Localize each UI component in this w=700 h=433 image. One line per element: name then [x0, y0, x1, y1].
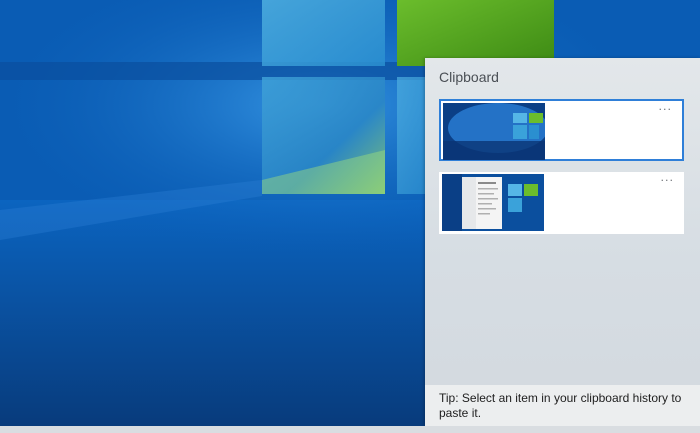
clipboard-item[interactable]: ···: [439, 172, 684, 234]
clipboard-item[interactable]: ···: [439, 99, 684, 161]
desktop: Clipboard ··· ··· Tip: Select an item in…: [0, 0, 700, 433]
item-more-button[interactable]: ···: [661, 175, 675, 186]
taskbar-edge: [0, 426, 700, 433]
clipboard-panel: Clipboard ··· ··· Tip: Select an item in…: [425, 58, 700, 426]
clipboard-item-thumbnail: [442, 174, 544, 231]
clipboard-item-thumbnail: [443, 103, 545, 160]
item-more-button[interactable]: ···: [659, 104, 673, 115]
tip-text: Tip: Select an item in your clipboard hi…: [439, 391, 682, 420]
tip-bar: Tip: Select an item in your clipboard hi…: [425, 385, 700, 426]
clipboard-title: Clipboard: [439, 69, 499, 85]
